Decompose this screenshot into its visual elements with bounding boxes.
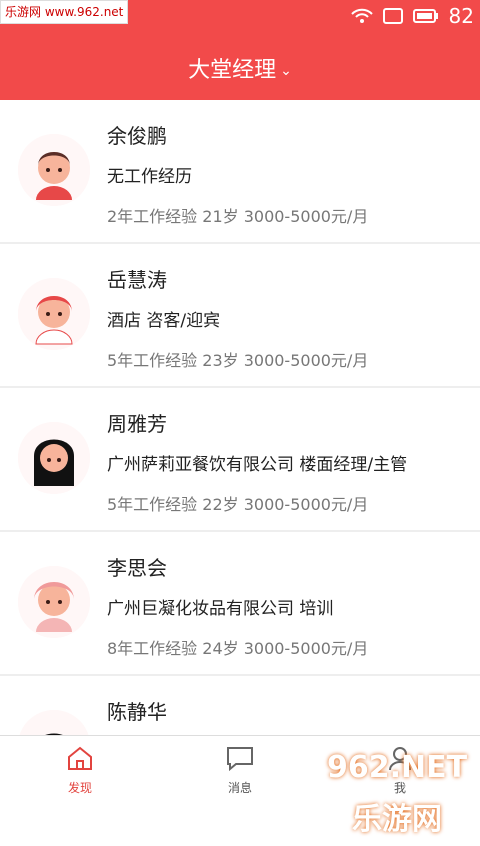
battery-level: 82 xyxy=(448,4,474,28)
title-text: 大堂经理 xyxy=(188,58,277,83)
chevron-down-icon: ⌄ xyxy=(280,63,292,79)
candidate-experience: 酒店 咨客/迎宾 xyxy=(107,311,221,331)
message-icon xyxy=(225,747,255,775)
status-bar: 乐游网 www.962.net 82 xyxy=(0,0,480,30)
wifi-icon xyxy=(350,8,373,24)
candidate-card[interactable]: 李思会 广州巨凝化妆品有限公司 培训 8年工作经验 24岁 3000-5000元… xyxy=(0,532,480,676)
candidate-meta: 8年工作经验 24岁 3000-5000元/月 xyxy=(107,639,369,658)
candidate-name: 岳慧涛 xyxy=(107,268,167,292)
candidate-meta: 2年工作经验 21岁 3000-5000元/月 xyxy=(107,207,369,226)
candidate-meta: 5年工作经验 22岁 3000-5000元/月 xyxy=(107,495,369,514)
candidate-name: 余俊鹏 xyxy=(107,124,167,148)
battery-icon xyxy=(412,8,439,24)
candidate-card[interactable]: 岳慧涛 酒店 咨客/迎宾 5年工作经验 23岁 3000-5000元/月 xyxy=(0,244,480,388)
notification-icon xyxy=(382,8,403,24)
home-icon xyxy=(66,746,94,775)
candidate-experience: 无工作经历 xyxy=(107,167,192,187)
avatar xyxy=(18,422,90,494)
nav-label: 发现 xyxy=(67,781,92,795)
watermark-top: 乐游网 www.962.net xyxy=(0,0,129,24)
candidate-name: 李思会 xyxy=(107,556,167,580)
bottom-navigation: 发现 消息 我 962.NET 乐游网 xyxy=(0,735,480,837)
candidate-meta: 5年工作经验 23岁 3000-5000元/月 xyxy=(107,351,369,370)
nav-discover[interactable]: 发现 xyxy=(0,736,160,800)
avatar xyxy=(18,566,90,638)
page-title[interactable]: 大堂经理 ⌄ xyxy=(0,52,480,84)
candidate-card[interactable]: 陈静华 xyxy=(0,676,480,736)
candidate-name: 陈静华 xyxy=(107,700,167,724)
candidate-experience: 广州萨莉亚餐饮有限公司 楼面经理/主管 xyxy=(107,455,408,475)
nav-label: 消息 xyxy=(227,781,252,795)
candidate-card[interactable]: 周雅芳 广州萨莉亚餐饮有限公司 楼面经理/主管 5年工作经验 22岁 3000-… xyxy=(0,388,480,532)
avatar xyxy=(18,710,90,736)
watermark-bottom: 962.NET 乐游网 xyxy=(326,750,468,837)
avatar xyxy=(18,134,90,206)
candidate-card[interactable]: 余俊鹏 无工作经历 2年工作经验 21岁 3000-5000元/月 xyxy=(0,100,480,244)
candidate-name: 周雅芳 xyxy=(107,412,167,436)
avatar xyxy=(18,278,90,350)
header-bar: 乐游网 www.962.net 82 大堂经理 ⌄ xyxy=(0,0,480,100)
candidate-experience: 广州巨凝化妆品有限公司 培训 xyxy=(107,599,334,619)
nav-messages[interactable]: 消息 xyxy=(160,736,320,800)
candidate-list: 余俊鹏 无工作经历 2年工作经验 21岁 3000-5000元/月 岳慧涛 酒店… xyxy=(0,100,480,736)
